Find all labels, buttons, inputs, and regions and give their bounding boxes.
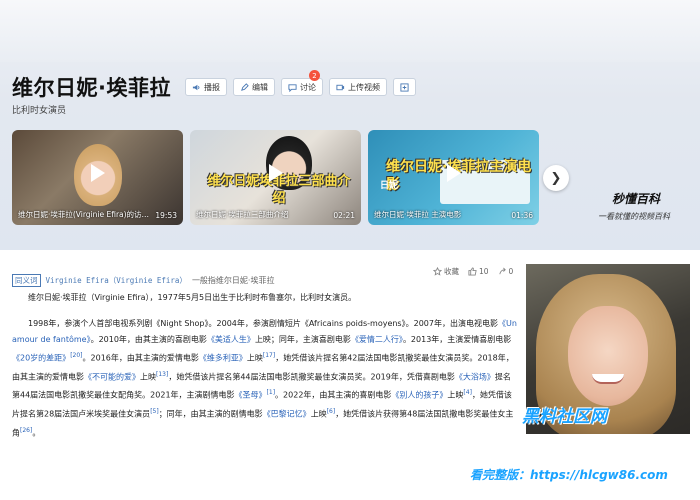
like-count: 10	[479, 267, 489, 276]
video-overlay-text: 维尔日妮·埃菲拉主演电影	[386, 159, 532, 193]
body-text: 。2010年，由其主演的喜剧电影	[90, 335, 207, 344]
watermark-url: 看完整版：https://hlcgw86.com	[470, 468, 668, 482]
broadcast-label: 播报	[203, 82, 220, 92]
body-text: 。2013年，主演爱情喜剧电影	[402, 335, 512, 344]
film-link[interactable]: 《美适人生》	[207, 335, 255, 344]
film-link[interactable]: 《维多利亚》	[199, 354, 247, 363]
video-duration: 02:21	[333, 211, 355, 220]
body-text: ；同年，由其主演的剧情电影	[158, 409, 263, 419]
video-overlay-logo: 日妮	[380, 181, 399, 191]
play-icon[interactable]	[446, 163, 461, 182]
video-upload-icon	[336, 84, 345, 90]
body-text: 上映	[310, 409, 327, 419]
entry-subtitle: 比利时女演员	[12, 106, 67, 116]
entry-actions: 播报 编辑 讨论 2 上传视频	[184, 70, 416, 96]
body-text: ，她凭借该片提名第44届法国电影凯撒奖最佳女演员奖。2019年，凭借喜剧电影	[168, 372, 455, 382]
body-text: 上映；同年，主演喜剧电影	[254, 335, 351, 344]
reference-link[interactable]: [5]	[150, 408, 159, 415]
thumbs-up-icon	[468, 267, 477, 276]
collect-label: 收藏	[444, 267, 459, 276]
reference-link[interactable]: [20]	[70, 352, 82, 359]
body-text: 上映	[246, 353, 263, 363]
reference-link[interactable]: [6]	[327, 408, 336, 415]
reference-link[interactable]: [4]	[463, 389, 472, 396]
video-title: 维尔日妮·埃菲拉三部曲介绍	[196, 210, 289, 219]
body-text: 上映	[140, 372, 156, 382]
play-icon[interactable]	[268, 163, 283, 182]
page-title: 维尔日妮·埃菲拉	[12, 76, 171, 100]
film-link[interactable]: 《大浴场》	[455, 372, 495, 381]
collect-button[interactable]: 收藏	[433, 266, 459, 277]
summary-paragraph: 维尔日妮·埃菲拉（Virginie Efira），1977年5月5日出生于比利时…	[28, 293, 357, 302]
upload-video-label: 上传视频	[347, 82, 380, 92]
portrait-face	[568, 306, 648, 406]
discuss-button[interactable]: 讨论 2	[280, 70, 323, 96]
body-text: 1998年，参演个人首部电视系列剧《Night Shop》。2004年，参演剧情…	[28, 319, 498, 328]
plus-icon	[400, 82, 409, 92]
edit-button[interactable]: 编辑	[232, 78, 275, 96]
add-button[interactable]	[392, 78, 416, 96]
video-duration: 01:36	[511, 211, 533, 220]
reference-link[interactable]: [1]	[267, 389, 276, 396]
synonym-alt-name[interactable]: Virginie Efira（Virginie Efira）	[46, 275, 187, 286]
discuss-count-badge: 2	[308, 70, 320, 81]
body-text: 上映	[447, 390, 464, 400]
body-text: 。	[32, 428, 41, 438]
video-card[interactable]: 维尔日妮·埃菲拉主演电影 日妮 维尔日妮·埃菲拉 主演电影 01:36	[368, 130, 539, 225]
film-link[interactable]: 《别人的孩子》	[391, 391, 447, 400]
play-icon[interactable]	[90, 163, 105, 182]
synonym-tag[interactable]: 同义词	[12, 274, 41, 287]
film-link[interactable]: 《爱情二人行》	[351, 335, 403, 344]
share-count: 0	[508, 267, 514, 276]
pencil-icon	[241, 82, 249, 91]
share-icon	[498, 267, 506, 275]
synonym-row: 同义词 Virginie Efira（Virginie Efira） 一般指维尔…	[12, 274, 274, 287]
video-duration: 19:53	[155, 211, 177, 220]
film-link[interactable]: 《不可能的爱》	[84, 372, 140, 381]
carousel-next-button[interactable]: ❯	[543, 165, 569, 191]
video-title: 维尔日妮·埃菲拉 主演电影	[374, 210, 462, 219]
video-carousel: 维尔日妮·埃菲拉(Virginie Efira)的访… 19:53 维尔日妮埃菲…	[12, 130, 539, 225]
portrait-smile	[592, 374, 624, 384]
film-link[interactable]: 《巴黎记忆》	[263, 410, 311, 419]
body-text: 。2022年，由其主演的喜剧电影	[275, 390, 392, 400]
like-button[interactable]: 10	[468, 267, 489, 276]
career-paragraph: 1998年，参演个人首部电视系列剧《Night Shop》。2004年，参演剧情…	[12, 316, 517, 441]
share-button[interactable]: 0	[498, 267, 514, 276]
reference-link[interactable]: [17]	[263, 352, 275, 359]
chat-icon	[288, 83, 297, 92]
entry-header: 维尔日妮·埃菲拉 播报 编辑 讨论 2 上传视频	[12, 70, 416, 102]
film-link[interactable]: 《20岁的差距》	[12, 354, 70, 363]
video-card[interactable]: 维尔日妮·埃菲拉(Virginie Efira)的访… 19:53	[12, 130, 183, 225]
video-title: 维尔日妮·埃菲拉(Virginie Efira)的访…	[18, 210, 150, 219]
watermark-site-name: 黑料社区网	[522, 407, 607, 427]
brand-slogan: 一看就懂的视频百科	[598, 212, 670, 221]
body-text: 。2016年，由其主演的爱情电影	[82, 353, 199, 363]
discuss-label: 讨论	[299, 82, 316, 92]
brand-logo[interactable]: 秒懂百科	[612, 190, 660, 207]
star-icon	[433, 267, 442, 276]
edit-label: 编辑	[251, 82, 268, 92]
upload-video-button[interactable]: 上传视频	[328, 78, 387, 96]
entry-meta: 收藏 10 0	[433, 266, 513, 277]
chevron-right-icon: ❯	[550, 170, 562, 186]
reference-link[interactable]: [26]	[20, 427, 32, 434]
broadcast-button[interactable]: 播报	[184, 78, 227, 96]
reference-link[interactable]: [13]	[156, 371, 168, 378]
film-link[interactable]: 《圣母》	[235, 391, 267, 400]
synonym-text: 一般指维尔日妮·埃菲拉	[191, 276, 275, 285]
video-card[interactable]: 维尔日妮埃菲拉三部曲介绍 维尔日妮·埃菲拉三部曲介绍 02:21	[190, 130, 361, 225]
speaker-icon	[192, 84, 200, 90]
